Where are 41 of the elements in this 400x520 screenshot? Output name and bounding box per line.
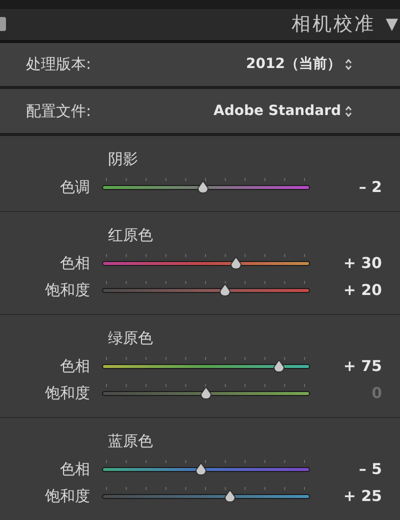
slider[interactable] [102,357,310,376]
slider-value: + 20 [342,280,383,302]
panel-title: 相机校准 [292,12,376,38]
slider[interactable] [102,281,310,300]
slider-label: 色相 [59,253,91,274]
up-down-icon [345,59,352,70]
slider[interactable] [102,487,310,506]
panel-icon [0,17,6,32]
slider-value: + 25 [342,486,383,508]
slider-value: + 30 [342,253,383,274]
up-down-icon [345,106,352,117]
slider-label: 饱和度 [44,486,91,508]
setting-label: 配置文件: [26,100,92,122]
section-title: 红原色 [108,224,154,246]
section-title: 蓝原色 [108,430,154,452]
slider[interactable] [102,178,310,196]
slider-label: 饱和度 [44,383,91,404]
slider-thumb[interactable] [196,180,210,194]
slider[interactable] [102,254,310,272]
slider-thumb[interactable] [222,489,237,504]
section-title: 绿原色 [108,328,154,349]
slider-thumb[interactable] [272,359,286,374]
slider-value: + 75 [342,356,383,378]
setting-dropdown[interactable]: 2012（当前） [246,54,352,76]
slider-thumb[interactable] [229,256,244,270]
slider-thumb[interactable] [194,462,208,476]
section-title: 阴影 [108,148,139,170]
slider-thumb[interactable] [199,386,213,400]
setting-label: 处理版本: [26,54,92,76]
slider-value: – 2 [358,177,383,198]
slider[interactable] [102,384,310,402]
slider-thumb[interactable] [218,283,232,298]
collapse-toggle[interactable]: ▼ [386,12,398,36]
slider-label: 色相 [59,356,91,378]
slider-value: – 5 [358,459,383,480]
slider-label: 色相 [59,459,91,480]
setting-dropdown[interactable]: Adobe Standard [214,100,352,122]
panel-header[interactable]: 相机校准 ▼ [0,0,400,43]
slider-label: 饱和度 [44,280,91,302]
slider[interactable] [102,460,310,478]
slider-label: 色调 [59,177,91,198]
